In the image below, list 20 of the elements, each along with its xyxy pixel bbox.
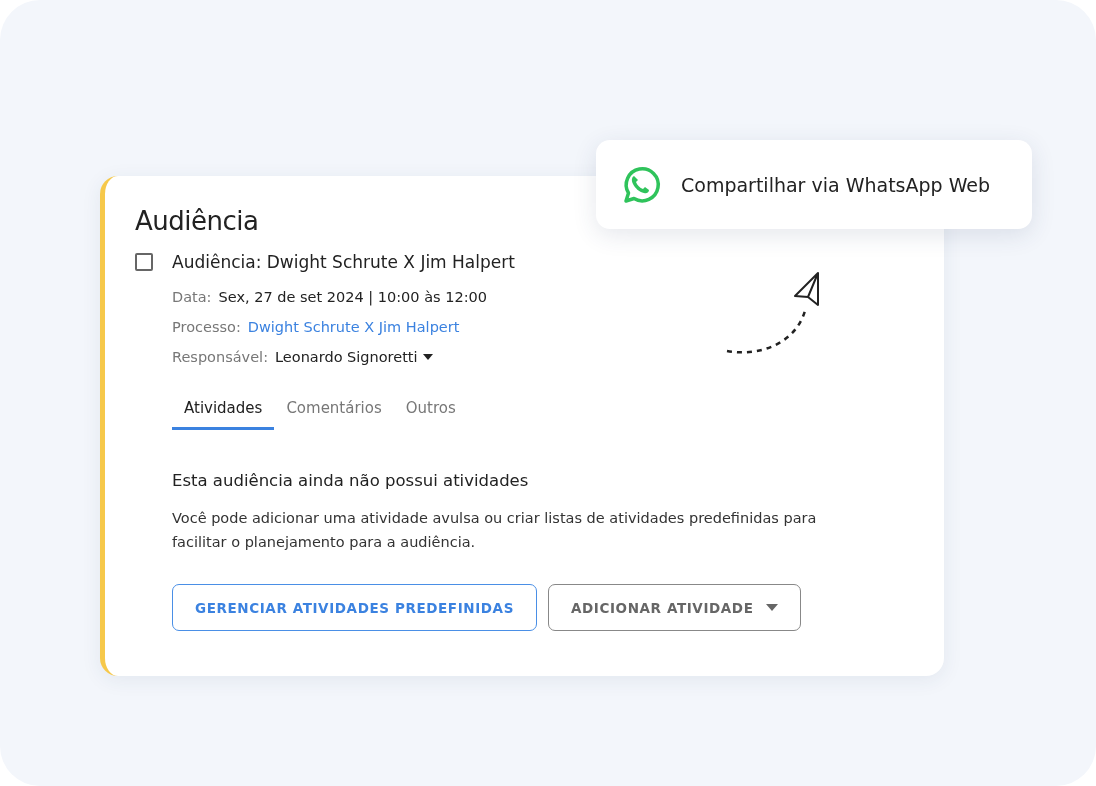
- card-title: Audiência: [135, 206, 260, 236]
- share-popup[interactable]: Compartilhar via WhatsApp Web: [596, 140, 1032, 229]
- detail-label: Processo:: [172, 319, 241, 335]
- assignee-dropdown[interactable]: Leonardo Signoretti: [275, 349, 433, 365]
- manage-activities-button[interactable]: GERENCIAR ATIVIDADES PREDEFINIDAS: [172, 584, 537, 631]
- add-activity-button[interactable]: ADICIONAR ATIVIDADE: [548, 584, 801, 631]
- caret-icon: [765, 604, 778, 611]
- detail-label: Data:: [172, 289, 212, 305]
- share-label: Compartilhar via WhatsApp Web: [681, 173, 991, 196]
- tab[interactable]: Comentários: [274, 393, 394, 430]
- tab[interactable]: Outros: [393, 393, 468, 430]
- tab[interactable]: Atividades: [172, 393, 275, 430]
- empty-state-heading: Esta audiência ainda não possui atividades: [172, 471, 530, 490]
- detail-label: Responsável:: [172, 349, 269, 365]
- task-title: Audiência: Dwight Schrute X Jim Halpert: [172, 252, 515, 272]
- caret-icon: [422, 354, 433, 360]
- empty-state-text: Você pode adicionar uma atividade avulsa ou criar listas de atividades predefinidas para facilitar o planejamento para a audiência.: [172, 509, 818, 552]
- checkbox[interactable]: [135, 253, 153, 271]
- process-link[interactable]: Dwight Schrute X Jim Halpert: [247, 319, 460, 335]
- detail-value: Sex, 27 de set 2024 | 10:00 às 12:00: [218, 289, 487, 305]
